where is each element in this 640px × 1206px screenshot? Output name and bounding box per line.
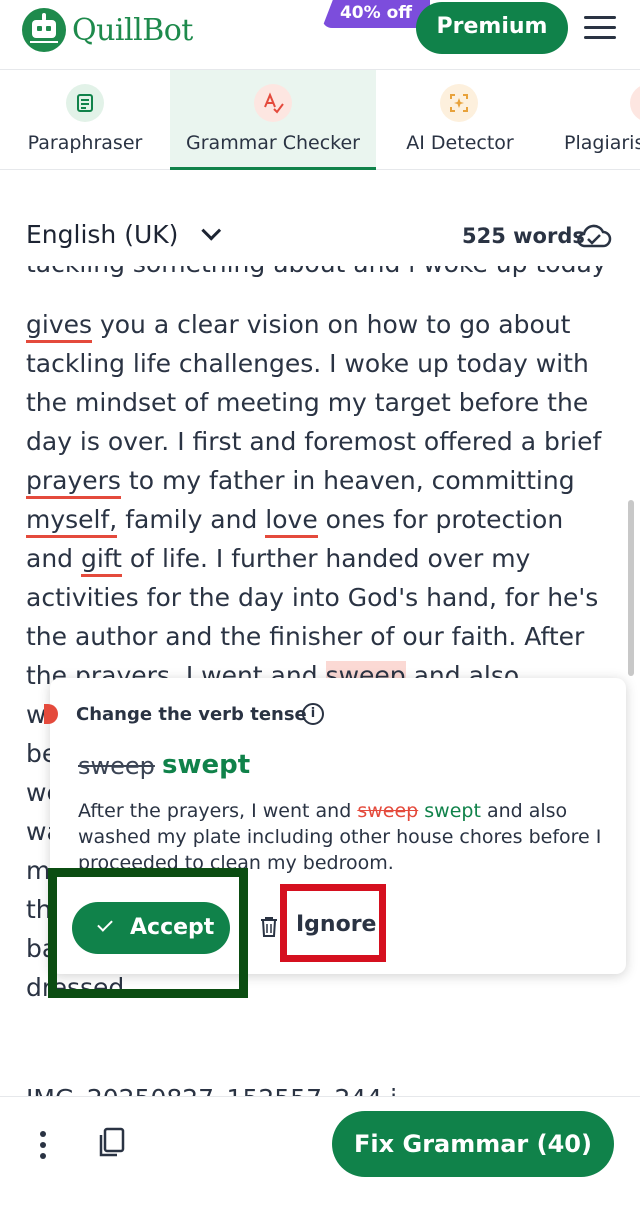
- language-selector[interactable]: English (UK): [26, 220, 222, 249]
- tab-label: Paraphraser: [27, 132, 143, 154]
- tab-grammar-checker[interactable]: Grammar Checker: [170, 70, 376, 170]
- error-indicator: [44, 704, 58, 724]
- suggestion-title: Change the verb tense: [76, 704, 307, 725]
- editor-scrollbar[interactable]: [628, 500, 634, 676]
- tab-plagiarism[interactable]: Plagiaris: [544, 70, 640, 170]
- more-options-icon[interactable]: [40, 1131, 48, 1161]
- grammar-error[interactable]: gift: [80, 544, 122, 577]
- trash-icon[interactable]: [260, 916, 278, 938]
- hamburger-menu-icon[interactable]: [584, 16, 616, 40]
- editor-line: the mindset of meeting my target before …: [26, 388, 589, 417]
- suggestion-old-word: sweep: [78, 752, 155, 780]
- suggestion-new-word[interactable]: swept: [162, 750, 250, 780]
- grammar-check-icon: [254, 84, 292, 122]
- suggestion-context: After the prayers, I went and sweep swep…: [78, 800, 602, 874]
- copy-icon[interactable]: [96, 1127, 126, 1159]
- bottom-toolbar: Fix Grammar (40): [0, 1096, 640, 1206]
- tab-ai-detector[interactable]: AI Detector: [376, 70, 544, 170]
- ai-detector-icon: [440, 84, 478, 122]
- editor-partial-line: tackling something about and i woke up t…: [26, 266, 606, 288]
- editor-line: myself, family and love ones for protect…: [26, 500, 606, 539]
- plagiarism-icon: [630, 84, 640, 122]
- promo-badge: 40% off: [322, 0, 430, 28]
- quillbot-logo[interactable]: QuillBot: [22, 8, 193, 52]
- editor-line: day is over. I first and foremost offere…: [26, 427, 602, 456]
- editor-line: activities for the day into God's hand, …: [26, 583, 599, 612]
- accept-highlight-box: [48, 868, 248, 998]
- logo-text: QuillBot: [72, 12, 193, 48]
- language-label: English (UK): [26, 220, 179, 249]
- premium-button[interactable]: Premium: [416, 2, 568, 54]
- grammar-error[interactable]: love: [265, 505, 318, 538]
- tab-paraphraser[interactable]: Paraphraser: [0, 70, 170, 170]
- info-icon[interactable]: i: [302, 703, 324, 725]
- grammar-error[interactable]: myself,: [26, 505, 118, 538]
- ignore-highlight-box: [280, 884, 386, 962]
- word-count: 525 words: [462, 224, 585, 248]
- cloud-saved-icon: [577, 224, 612, 248]
- grammar-error[interactable]: gives: [26, 310, 93, 343]
- tab-label: AI Detector: [406, 132, 514, 154]
- grammar-error[interactable]: prayers: [26, 466, 121, 499]
- quillbot-logo-icon: [22, 8, 66, 52]
- tool-tabs: Paraphraser Grammar Checker AI Detector …: [0, 70, 640, 170]
- editor-line: prayers to my father in heaven, committi…: [26, 461, 606, 500]
- paraphraser-icon: [66, 84, 104, 122]
- editor-line: gives you a clear vision on how to go ab…: [26, 305, 606, 344]
- editor-line: and gift of life. I further handed over …: [26, 539, 606, 578]
- tab-label: Plagiaris: [564, 132, 640, 154]
- app-header: QuillBot 40% off Premium: [0, 0, 640, 70]
- editor-line: the author and the finisher of our faith…: [26, 622, 585, 651]
- editor-line: tackling life challenges. I woke up toda…: [26, 349, 589, 378]
- fix-grammar-button[interactable]: Fix Grammar (40): [332, 1111, 614, 1177]
- tab-label: Grammar Checker: [186, 132, 360, 154]
- chevron-down-icon: [201, 220, 222, 241]
